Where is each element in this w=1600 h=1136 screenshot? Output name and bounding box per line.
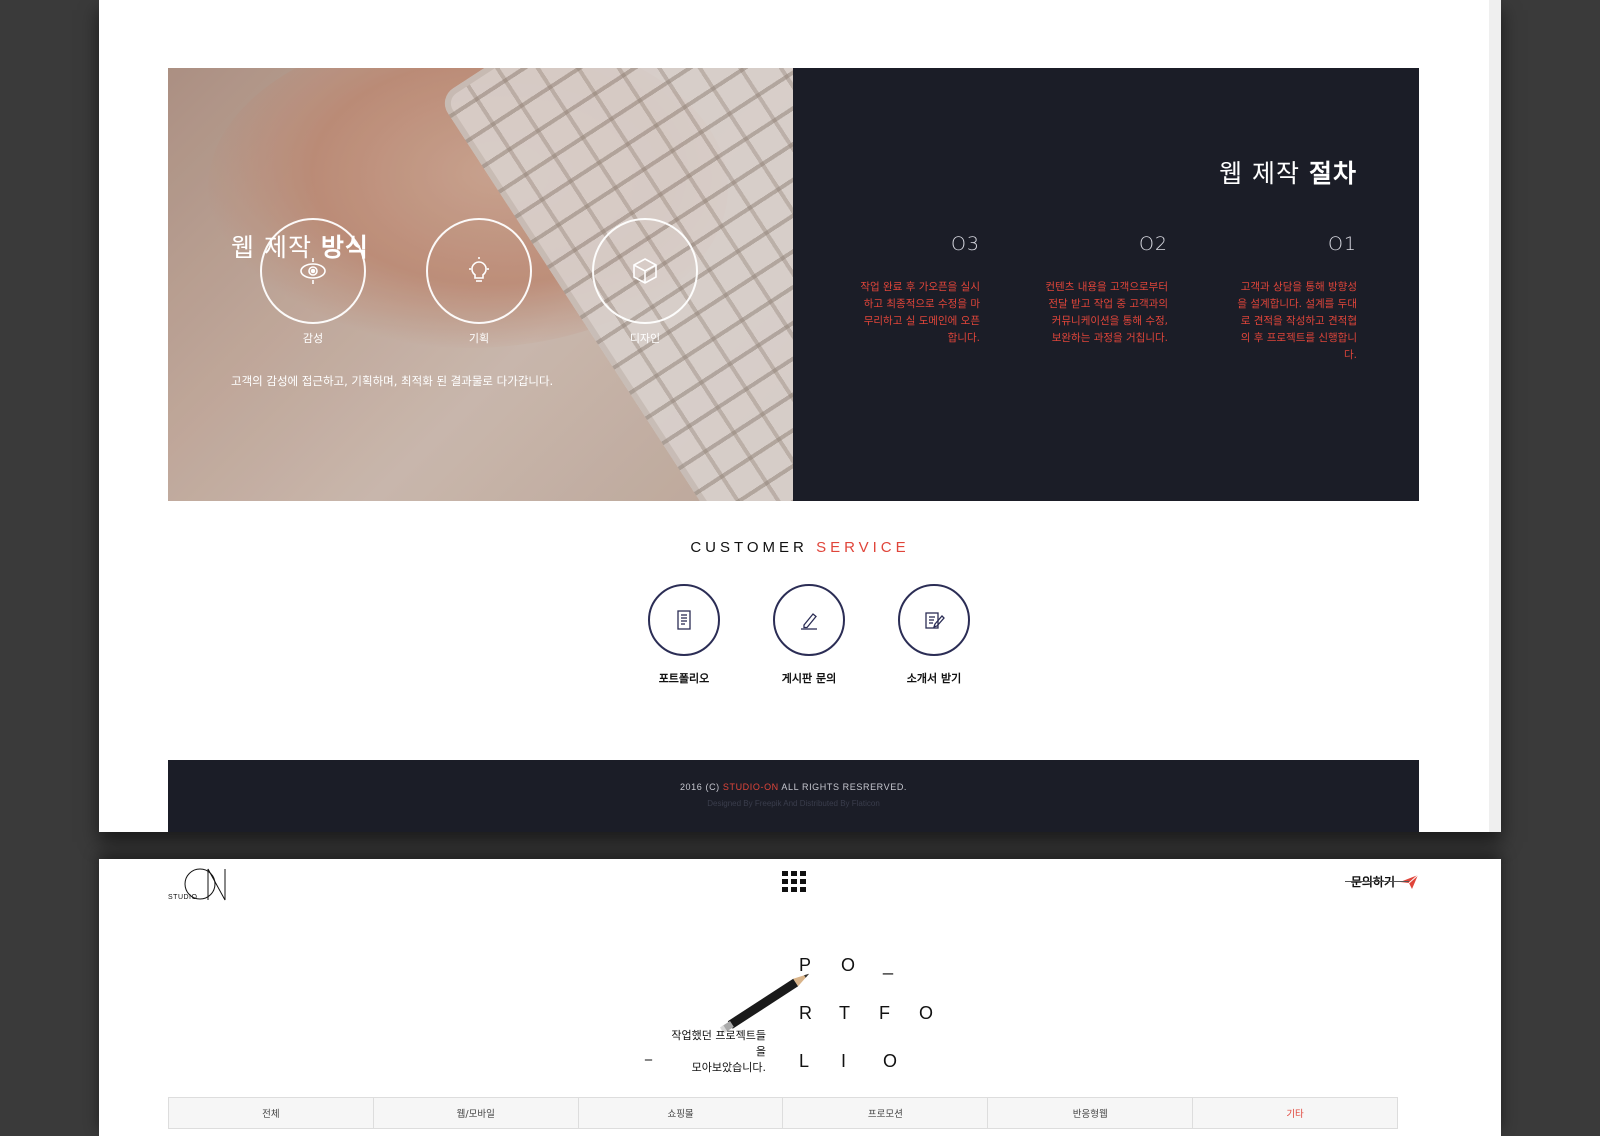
procedure-step-2: O2 컨텐츠 내용을 고객으로부터 전달 받고 작업 중 고객과의 커뮤니케이션… [1043, 233, 1168, 347]
method-description: 고객의 감성에 접근하고, 기획하며, 최적화 된 결과물로 다가갑니다. [231, 374, 554, 388]
tab-all[interactable]: 전체 [169, 1098, 374, 1128]
page-sheet-top: 웹 제작 방식 감성 기획 디자인 고객의 감성에 접근하고, 기획하며, 최적… [99, 0, 1501, 832]
hero-section: 웹 제작 방식 감성 기획 디자인 고객의 감성에 접근하고, 기획하며, 최적… [168, 68, 1419, 501]
portfolio-dash: _ [645, 1045, 652, 1061]
portfolio-title: P O _ R T F O L I O [799, 941, 959, 1085]
method-label: 기획 [468, 332, 490, 345]
service-label[interactable]: 포트폴리오 [624, 670, 744, 686]
edit-document-icon [925, 612, 945, 629]
method-label: 감성 [302, 332, 324, 345]
target-eye-icon [300, 258, 326, 284]
service-label[interactable]: 게시판 문의 [749, 670, 869, 686]
method-item-planning: 기획 [426, 218, 532, 346]
method-item-design: 디자인 [592, 218, 698, 346]
board-inquiry-button[interactable]: 게시판 문의 [773, 584, 845, 686]
brochure-request-button[interactable]: 소개서 받기 [898, 584, 970, 686]
procedure-step-1: O1 고객과 상담을 통해 방향성을 설계합니다. 설계를 두대로 견적을 작성… [1232, 233, 1357, 364]
cube-icon [633, 258, 657, 284]
step-number: O3 [950, 233, 980, 255]
customer-service-title: CUSTOMER SERVICE [690, 539, 910, 556]
method-item-emotion: 감성 [260, 218, 366, 346]
tab-shopping-mall[interactable]: 쇼핑몰 [579, 1098, 784, 1128]
service-label[interactable]: 소개서 받기 [874, 670, 994, 686]
procedure-panel: 웹 제작 절차 O3 작업 완료 후 가오픈을 실시하고 최종적으로 수정을 마… [793, 68, 1419, 501]
portfolio-service-button[interactable]: 포트폴리오 [648, 584, 720, 686]
contact-button[interactable]: 문의하기 [1344, 873, 1419, 890]
step-number: O1 [1327, 233, 1357, 255]
lightbulb-icon [469, 257, 489, 282]
step-text: 작업 완료 후 가오픈을 실시하고 최종적으로 수정을 마무리하고 실 도메인에… [860, 281, 980, 344]
document-list-icon [677, 610, 691, 630]
procedure-step-3: O3 작업 완료 후 가오픈을 실시하고 최종적으로 수정을 마무리하고 실 도… [855, 233, 980, 347]
procedure-title: 웹 제작 절차 [1219, 159, 1357, 188]
method-label: 디자인 [629, 332, 661, 345]
title-row: P O _ [799, 954, 894, 975]
tab-web-mobile[interactable]: 웹/모바일 [374, 1098, 579, 1128]
on-logo-mark [184, 868, 226, 901]
contact-label[interactable]: 문의하기 [1344, 873, 1410, 890]
tab-responsive-web[interactable]: 반응형웹 [988, 1098, 1194, 1128]
tab-etc[interactable]: 기타 [1193, 1098, 1397, 1128]
pencil-icon [801, 613, 817, 630]
studio-on-logo[interactable]: STUDIO [168, 867, 228, 903]
credit-text: Designed By Freepik And Distributed By F… [707, 799, 880, 808]
hero-photo-panel: 웹 제작 방식 감성 기획 디자인 고객의 감성에 접근하고, 기획하며, 최적… [168, 68, 793, 501]
page-sheet-bottom: STUDIO 문의하기 작업했던 프로젝트들을 모아보았습니다. _ P O _… [99, 859, 1501, 1136]
title-row: L I O [799, 1050, 898, 1071]
title-row: R T F O [799, 1002, 934, 1023]
step-number: O2 [1138, 233, 1168, 255]
copyright-text: 2016 (C) STUDIO-ON ALL RIGHTS RESRERVED. [679, 782, 908, 792]
grid-menu-icon[interactable] [782, 871, 806, 893]
step-text: 컨텐츠 내용을 고객으로부터 전달 받고 작업 중 고객과의 커뮤니케이션을 통… [1045, 281, 1168, 344]
category-tabs: 전체 웹/모바일 쇼핑몰 프로모션 반응형웹 기타 [168, 1097, 1398, 1129]
portfolio-description: 작업했던 프로젝트들을 모아보았습니다. [671, 1029, 766, 1074]
site-footer: 2016 (C) STUDIO-ON ALL RIGHTS RESRERVED.… [168, 760, 1419, 832]
tab-promotion[interactable]: 프로모션 [783, 1098, 989, 1128]
step-text: 고객과 상담을 통해 방향성을 설계합니다. 설계를 두대로 견적을 작성하고 … [1237, 281, 1357, 361]
